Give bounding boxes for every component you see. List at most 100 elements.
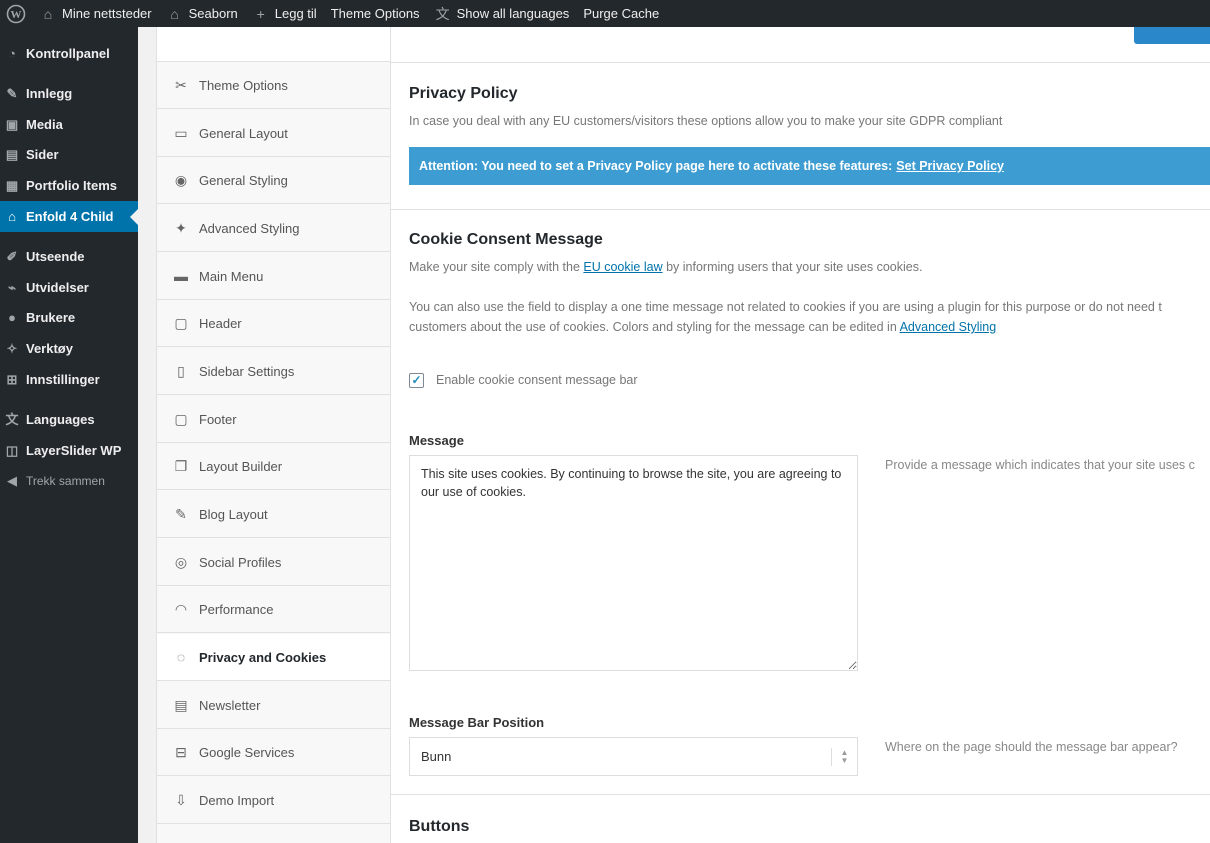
options-topbar [391, 27, 1210, 63]
layers-icon: ◫ [5, 442, 19, 458]
cookie-consent-description-2: You can also use the field to display a … [409, 300, 1162, 314]
save-button[interactable] [1134, 27, 1210, 44]
menu-item-plugins[interactable]: ⌁ Utvidelser [0, 272, 138, 303]
buttons-title: Buttons [409, 818, 470, 835]
tools-icon: ✂ [175, 77, 187, 93]
plugin-icon: ⌁ [8, 279, 16, 295]
menu-item-users[interactable]: ● Brukere [0, 302, 138, 333]
home-icon: ⌂ [8, 208, 16, 224]
nav-advanced-styling[interactable]: ✦ Advanced Styling [157, 205, 390, 252]
cookie-icon: ◌ [176, 649, 186, 665]
adminbar-theme-options[interactable]: Theme Options [324, 0, 427, 27]
media-icon: ▣ [5, 116, 19, 132]
options-content: Privacy Policy In case you deal with any… [391, 27, 1210, 843]
adminbar-new-content[interactable]: + Legg til [245, 0, 324, 27]
adminbar-languages[interactable]: 文 Show all languages [427, 0, 577, 27]
menu-item-pages[interactable]: ▤ Sider [0, 139, 138, 170]
nav-google-services[interactable]: ⊟ Google Services [157, 729, 390, 776]
adminbar-my-sites[interactable]: ⌂ Mine nettsteder [32, 0, 159, 27]
adminbar-purge-cache[interactable]: Purge Cache [576, 0, 666, 27]
nav-social-profiles[interactable]: ◎ Social Profiles [157, 539, 390, 586]
enable-cookie-bar-label[interactable]: Enable cookie consent message bar [436, 373, 638, 387]
menu-item-tools[interactable]: ✧ Verktøy [0, 333, 138, 364]
privacy-policy-title: Privacy Policy [409, 85, 518, 102]
menu-item-settings[interactable]: ⊞ Innstillinger [0, 364, 138, 395]
message-help-text: Provide a message which indicates that y… [885, 458, 1195, 472]
cookie-consent-description: Make your site comply with the EU cookie… [409, 260, 923, 274]
newsletter-icon: ▤ [174, 697, 188, 713]
header-icon: ▢ [174, 315, 188, 331]
social-icon: ◎ [174, 554, 188, 570]
message-bar-position-label: Message Bar Position [409, 715, 545, 730]
privacy-policy-description: In case you deal with any EU customers/v… [409, 114, 1003, 128]
nav-theme-options[interactable]: ✂ Theme Options [157, 62, 390, 109]
settings-icon: ⊞ [6, 371, 18, 387]
translate-icon: 文 [435, 5, 450, 22]
admin-bar: W ⌂ Mine nettsteder ⌂ Seaborn + Legg til Th… [0, 0, 1210, 27]
nav-general-layout[interactable]: ▭ General Layout [157, 110, 390, 157]
translate-icon: 文 [5, 411, 19, 427]
nav-main-menu[interactable]: ▬ Main Menu [157, 253, 390, 300]
nav-header[interactable]: ▢ Header [157, 300, 390, 347]
section-divider [391, 794, 1210, 795]
nav-blog-layout[interactable]: ✎ Blog Layout [157, 491, 390, 538]
menu-item-layerslider[interactable]: ◫ LayerSlider WP [0, 435, 138, 466]
gauge-icon: ◠ [174, 601, 188, 617]
home-icon: ⌂ [170, 5, 179, 22]
builder-icon: ❐ [174, 458, 188, 474]
wand-icon: ✦ [175, 220, 187, 236]
privacy-attention-notice: Attention: You need to set a Privacy Pol… [409, 147, 1210, 185]
menu-item-languages[interactable]: 文 Languages [0, 404, 138, 435]
section-divider [391, 209, 1210, 210]
menu-item-media[interactable]: ▣ Media [0, 109, 138, 140]
nav-newsletter[interactable]: ▤ Newsletter [157, 682, 390, 729]
menu-item-enfold-child[interactable]: ⌂ Enfold 4 Child [0, 201, 138, 232]
nav-demo-import[interactable]: ⇩ Demo Import [157, 777, 390, 824]
portfolio-icon: ▦ [5, 177, 19, 193]
message-textarea[interactable]: This site uses cookies. By continuing to… [409, 455, 858, 671]
sidebar-icon: ▯ [177, 363, 185, 379]
wrench-icon: ✧ [6, 340, 18, 356]
page-icon: ▤ [5, 146, 19, 162]
import-icon: ⇩ [175, 792, 187, 808]
user-icon: ● [8, 309, 16, 325]
plus-icon: + [256, 5, 265, 22]
set-privacy-policy-link[interactable]: Set Privacy Policy [896, 159, 1004, 173]
cookie-consent-description-3: customers about the use of cookies. Colo… [409, 320, 997, 334]
nav-footer[interactable]: ▢ Footer [157, 396, 390, 443]
dashboard-icon: ◔ [8, 45, 16, 61]
cookie-consent-title: Cookie Consent Message [409, 231, 603, 248]
wordpress-logo-icon[interactable]: W [0, 0, 32, 27]
select-arrows-icon: ▲ ▼ [831, 748, 857, 766]
layout-icon: ▭ [174, 125, 188, 141]
admin-menu: ◔ Kontrollpanel ✎ Innlegg ▣ Media ▤ Sider ▦ P… [0, 27, 138, 843]
enable-cookie-bar-checkbox[interactable]: ✓ [409, 373, 424, 388]
map-icon: ⊟ [175, 744, 187, 760]
footer-icon: ▢ [174, 411, 188, 427]
menu-collapse-button[interactable]: ◀ Trekk sammen [0, 465, 138, 496]
nav-general-styling[interactable]: ◉ General Styling [157, 157, 390, 204]
adminbar-site-name[interactable]: ⌂ Seaborn [159, 0, 245, 27]
svg-text:W: W [11, 9, 22, 21]
palette-icon: ◉ [174, 172, 188, 188]
nav-layout-builder[interactable]: ❐ Layout Builder [157, 443, 390, 490]
sites-icon: ⌂ [43, 5, 53, 22]
nav-sidebar-settings[interactable]: ▯ Sidebar Settings [157, 348, 390, 395]
theme-options-nav: ✂ Theme Options ▭ General Layout ◉ General … [156, 27, 391, 843]
collapse-icon: ◀ [7, 472, 17, 488]
message-label: Message [409, 433, 464, 448]
menu-icon: ▬ [174, 268, 188, 284]
menu-item-posts[interactable]: ✎ Innlegg [0, 78, 138, 109]
nav-performance[interactable]: ◠ Performance [157, 586, 390, 633]
pin-icon: ✎ [6, 85, 18, 101]
message-bar-position-select[interactable]: Bunn ▲ ▼ [409, 737, 858, 776]
advanced-styling-link[interactable]: Advanced Styling [900, 320, 997, 334]
menu-item-portfolio[interactable]: ▦ Portfolio Items [0, 170, 138, 201]
menu-item-dashboard[interactable]: ◔ Kontrollpanel [0, 38, 138, 69]
brush-icon: ✐ [6, 248, 18, 264]
eu-cookie-law-link[interactable]: EU cookie law [583, 260, 662, 274]
menu-item-appearance[interactable]: ✐ Utseende [0, 241, 138, 272]
nav-privacy-and-cookies[interactable]: ◌ Privacy and Cookies [157, 634, 390, 681]
message-bar-position-help: Where on the page should the message bar… [885, 740, 1178, 754]
blog-icon: ✎ [175, 506, 187, 522]
